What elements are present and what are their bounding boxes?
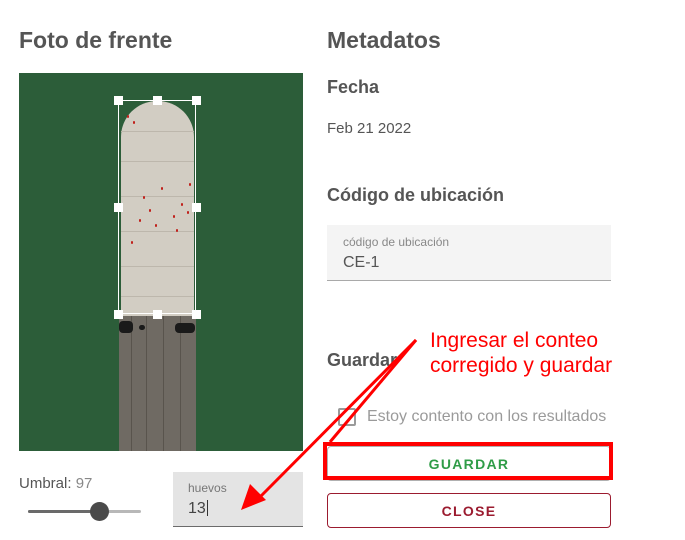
annotation-arrow-icon bbox=[241, 338, 418, 510]
annotation-connector-line bbox=[328, 339, 418, 443]
annotation-arrows bbox=[241, 338, 418, 510]
